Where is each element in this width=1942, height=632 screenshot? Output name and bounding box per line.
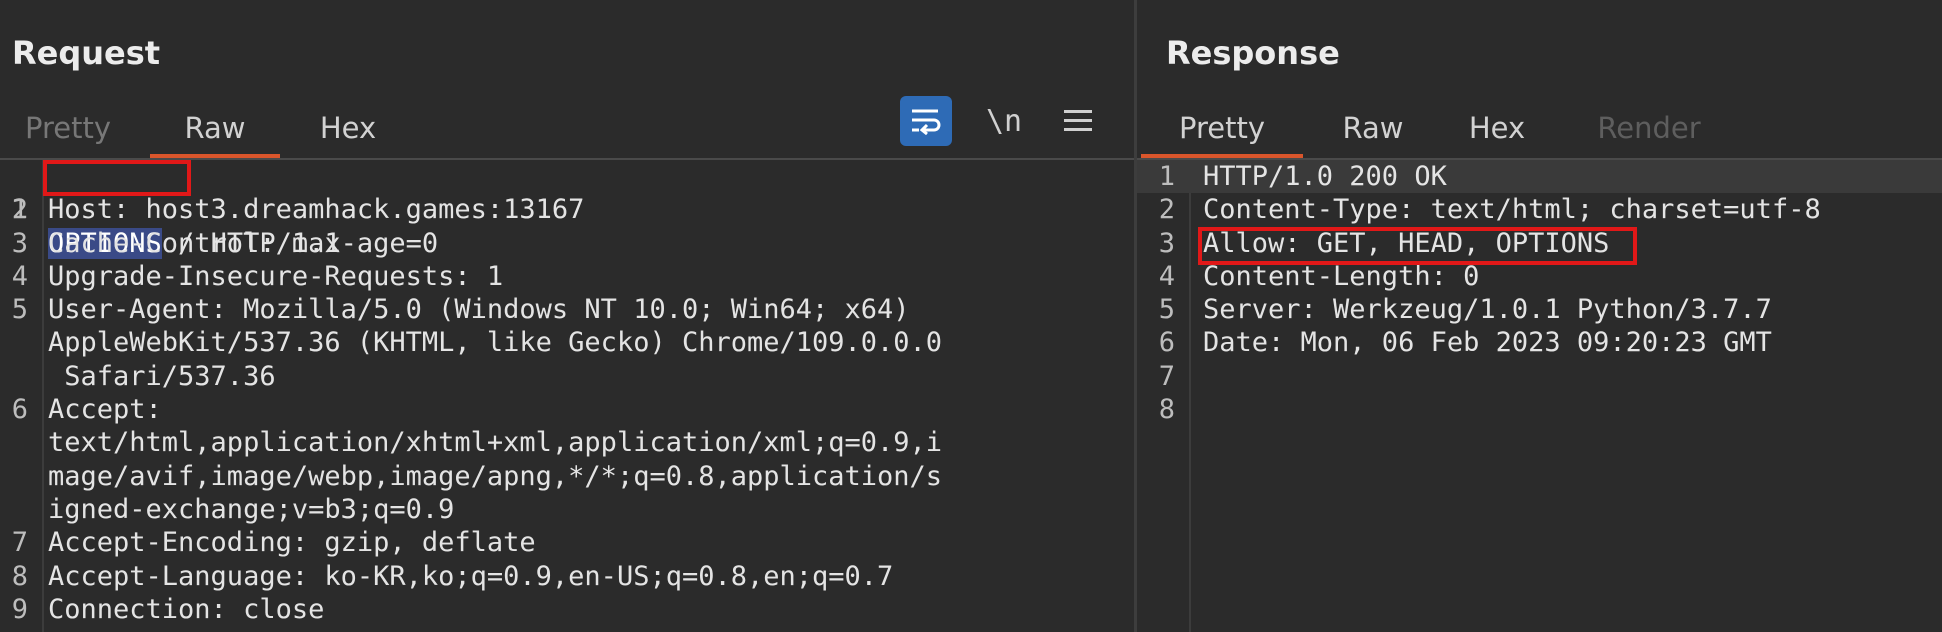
line-number: 4 [1158, 260, 1175, 292]
line-number: 7 [11, 527, 28, 559]
line-text: Safari/537.36 [48, 360, 276, 392]
allow-header-highlight-box [1198, 227, 1637, 265]
line-number: 3 [11, 227, 28, 259]
request-line: text/html,application/xhtml+xml,applicat… [0, 426, 1134, 459]
tab-render[interactable]: Render [1589, 100, 1709, 158]
line-text: Upgrade-Insecure-Requests: 1 [48, 260, 504, 292]
line-text: Connection: close [48, 593, 325, 625]
hamburger-menu-icon [1064, 110, 1092, 131]
request-title: Request [12, 34, 161, 72]
request-line: AppleWebKit/537.36 (KHTML, like Gecko) C… [0, 326, 1134, 359]
newline-label: \n [985, 103, 1023, 139]
response-title: Response [1166, 34, 1340, 72]
line-text: igned-exchange;v=b3;q=0.9 [48, 493, 455, 525]
line-text: Content-Type: text/html; charset=utf-8 [1203, 194, 1821, 226]
tab-hex[interactable]: Hex [1457, 100, 1537, 158]
request-editor[interactable]: 1 OPTIONS / HTTP/1.1 2 Host: host3.dreamh… [0, 160, 1134, 632]
line-text: AppleWebKit/537.36 (KHTML, like Gecko) C… [48, 327, 943, 359]
tab-raw[interactable]: Raw [1333, 100, 1413, 158]
wrap-lines-button[interactable] [900, 96, 952, 146]
line-number: 4 [11, 260, 28, 292]
request-line: 7 Accept-Encoding: gzip, deflate [0, 526, 1134, 559]
line-text: Server: Werkzeug/1.0.1 Python/3.7.7 [1203, 294, 1772, 326]
line-number: 9 [11, 593, 28, 625]
request-line: 4 Upgrade-Insecure-Requests: 1 [0, 260, 1134, 293]
line-number: 1 [1158, 161, 1175, 192]
request-pane: Request Pretty Raw Hex \n 1 OPTIONS / HT… [0, 0, 1134, 632]
line-text: Date: Mon, 06 Feb 2023 09:20:23 GMT [1203, 327, 1772, 359]
tab-pretty[interactable]: Pretty [1141, 100, 1303, 158]
response-line: 2 Content-Type: text/html; charset=utf-8 [1137, 193, 1942, 226]
line-text: Host: host3.dreamhack.games:13167 [48, 194, 585, 226]
line-number: 7 [1158, 360, 1175, 392]
request-line: mage/avif,image/webp,image/apng,*/*;q=0.… [0, 460, 1134, 493]
line-number: 8 [11, 560, 28, 592]
response-editor[interactable]: 1 HTTP/1.0 200 OK 2 Content-Type: text/htm… [1137, 160, 1942, 632]
line-text: User-Agent: Mozilla/5.0 (Windows NT 10.0… [48, 294, 910, 326]
options-highlight-box [43, 160, 191, 196]
line-text: Cache-Control: max-age=0 [48, 227, 439, 259]
newline-toggle-button[interactable]: \n [978, 96, 1030, 146]
wrap-lines-icon [912, 109, 941, 135]
tab-pretty[interactable]: Pretty [20, 100, 116, 158]
line-number: 5 [11, 294, 28, 326]
response-line: 6 Date: Mon, 06 Feb 2023 09:20:23 GMT [1137, 326, 1942, 359]
request-line: 6 Accept: [0, 393, 1134, 426]
request-line: 5 User-Agent: Mozilla/5.0 (Windows NT 10.… [0, 293, 1134, 326]
line-number: 6 [1158, 327, 1175, 359]
request-line: 3 Cache-Control: max-age=0 [0, 227, 1134, 260]
response-line: 1 HTTP/1.0 200 OK [1137, 160, 1942, 194]
line-text: text/html,application/xhtml+xml,applicat… [48, 427, 943, 459]
response-pane: Response Pretty Raw Hex Render 1 HTTP/1.0… [1137, 0, 1942, 632]
request-line: 9 Connection: close [0, 593, 1134, 626]
request-line: 8 Accept-Language: ko-KR,ko;q=0.9,en-US;q… [0, 560, 1134, 593]
line-text: Accept: [48, 394, 162, 426]
line-text: HTTP/1.0 200 OK [1203, 161, 1447, 192]
menu-button[interactable] [1052, 96, 1104, 146]
line-text: Accept-Language: ko-KR,ko;q=0.9,en-US;q=… [48, 560, 894, 592]
line-number: 6 [11, 394, 28, 426]
line-number: 8 [1158, 394, 1175, 426]
request-line: 2 Host: host3.dreamhack.games:13167 [0, 193, 1134, 226]
request-line: Safari/537.36 [0, 360, 1134, 393]
response-line: 8 [1137, 393, 1942, 426]
line-number: 2 [11, 194, 28, 226]
tab-hex[interactable]: Hex [308, 100, 388, 158]
response-line: 7 [1137, 360, 1942, 393]
line-number: 2 [1158, 194, 1175, 226]
line-number: 3 [1158, 227, 1175, 259]
line-text: Accept-Encoding: gzip, deflate [48, 527, 536, 559]
line-number: 5 [1158, 294, 1175, 326]
line-text: mage/avif,image/webp,image/apng,*/*;q=0.… [48, 460, 943, 492]
request-line: igned-exchange;v=b3;q=0.9 [0, 493, 1134, 526]
tab-raw[interactable]: Raw [150, 100, 280, 158]
response-line: 5 Server: Werkzeug/1.0.1 Python/3.7.7 [1137, 293, 1942, 326]
